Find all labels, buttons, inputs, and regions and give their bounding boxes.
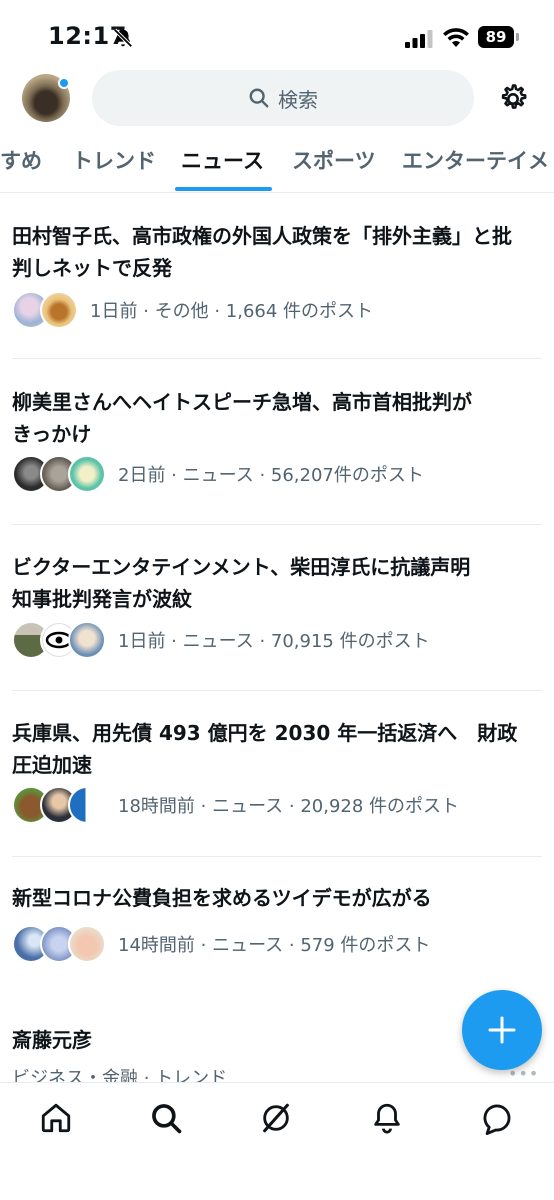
news-title-line: ビクターエンタテインメント、柴田淳氏に抗議声明 [12,555,471,579]
news-title-line: 兵庫県、用先債 493 億円を 2030 年一括返済へ 財政 [12,721,518,745]
tab-sports[interactable]: スポーツ [292,145,376,175]
news-meta: 1日前 · ニュース · 70,915 件のポスト [12,620,430,660]
news-meta-text: 2日前 · ニュース · 56,207件のポスト [118,465,424,486]
top-bar: 検索 [0,70,554,130]
search-icon [249,88,269,108]
news-title-line: 圧迫加速 [12,753,92,777]
avatar [68,925,106,963]
bottom-nav [0,1082,554,1200]
trend-title[interactable]: 斎藤元彦 [12,1024,92,1053]
battery-indicator: 89 [478,26,520,48]
news-item[interactable]: ビクターエンタテインメント、柴田淳氏に抗議声明 知事批判発言が波紋 1日前 · … [12,551,542,659]
news-item[interactable]: 柳美里さんへヘイトスピーチ急増、高市首相批判が きっかけ 2日前 · ニュース … [12,386,542,493]
avatar-group [12,455,106,493]
news-meta-text: 18時間前 · ニュース · 20,928 件のポスト [118,796,460,817]
plus-icon [488,1016,516,1044]
search-placeholder: 検索 [278,87,318,112]
battery-tip [516,33,519,41]
compose-button[interactable] [462,990,542,1070]
news-item[interactable]: 兵庫県、用先債 493 億円を 2030 年一括返済へ 財政 圧迫加速 18時間… [12,717,542,824]
news-meta: 14時間前 · ニュース · 579 件のポスト [12,924,430,964]
battery-level: 89 [478,26,514,48]
avatar [40,291,78,329]
active-tab-indicator [175,187,272,191]
news-title-line: 判しネットで反発 [12,256,172,280]
cellular-signal-icon [405,30,433,48]
avatar [68,786,106,824]
search-icon[interactable] [149,1101,183,1135]
divider [12,690,542,691]
news-title-line: 柳美里さんへヘイトスピーチ急増、高市首相批判が [12,390,472,414]
divider [12,856,542,857]
news-meta-text: 14時間前 · ニュース · 579 件のポスト [118,935,431,956]
divider [12,524,542,525]
avatar-group [12,786,106,824]
avatar-group [12,621,106,659]
avatar-group [12,925,106,963]
avatar-group [12,291,78,329]
news-title-line: 知事批判発言が波紋 [12,587,192,611]
search-input[interactable]: 検索 [92,70,474,126]
news-item[interactable]: 田村智子氏、高市政権の外国人政策を「排外主義」と批 判しネットで反発 1日前 ·… [12,220,542,329]
tab-trending[interactable]: トレンド [72,145,156,175]
news-item[interactable]: 新型コロナ公費負担を求めるツイデモが広がる 14時間前 · ニュース · 579… [12,882,542,963]
tab-news[interactable]: ニュース [181,145,264,175]
bell-slash-icon [113,28,133,48]
home-icon[interactable] [39,1101,73,1135]
wifi-icon [443,28,469,47]
news-meta-text: 1日前 · ニュース · 70,915 件のポスト [118,631,430,652]
tab-bar: すめ トレンド ニュース スポーツ エンターテイメ [0,135,554,193]
gear-icon[interactable] [496,82,530,116]
news-title-line: 新型コロナ公費負担を求めるツイデモが広がる [12,886,432,910]
tab-entertainment[interactable]: エンターテイメ [402,145,549,175]
trend-subtitle: ビジネス・金融 · トレンド [12,1068,228,1082]
notification-dot [58,77,70,89]
avatar [68,455,106,493]
grok-icon[interactable] [259,1101,293,1135]
bell-icon[interactable] [370,1101,404,1135]
news-meta: 2日前 · ニュース · 56,207件のポスト [12,454,424,494]
news-meta: 1日前 · その他 · 1,664 件のポスト [12,290,373,330]
news-meta-text: 1日前 · その他 · 1,664 件のポスト [90,301,374,322]
news-title-line: きっかけ [12,422,92,446]
divider [12,358,542,359]
avatar [68,621,106,659]
news-title-line: 田村智子氏、高市政権の外国人政策を「排外主義」と批 [12,224,512,248]
status-bar: 12:17 89 [0,0,554,70]
tab-recommended[interactable]: すめ [0,145,42,175]
news-meta: 18時間前 · ニュース · 20,928 件のポスト [12,785,459,825]
messages-icon[interactable] [480,1101,514,1135]
profile-avatar[interactable] [22,74,70,122]
